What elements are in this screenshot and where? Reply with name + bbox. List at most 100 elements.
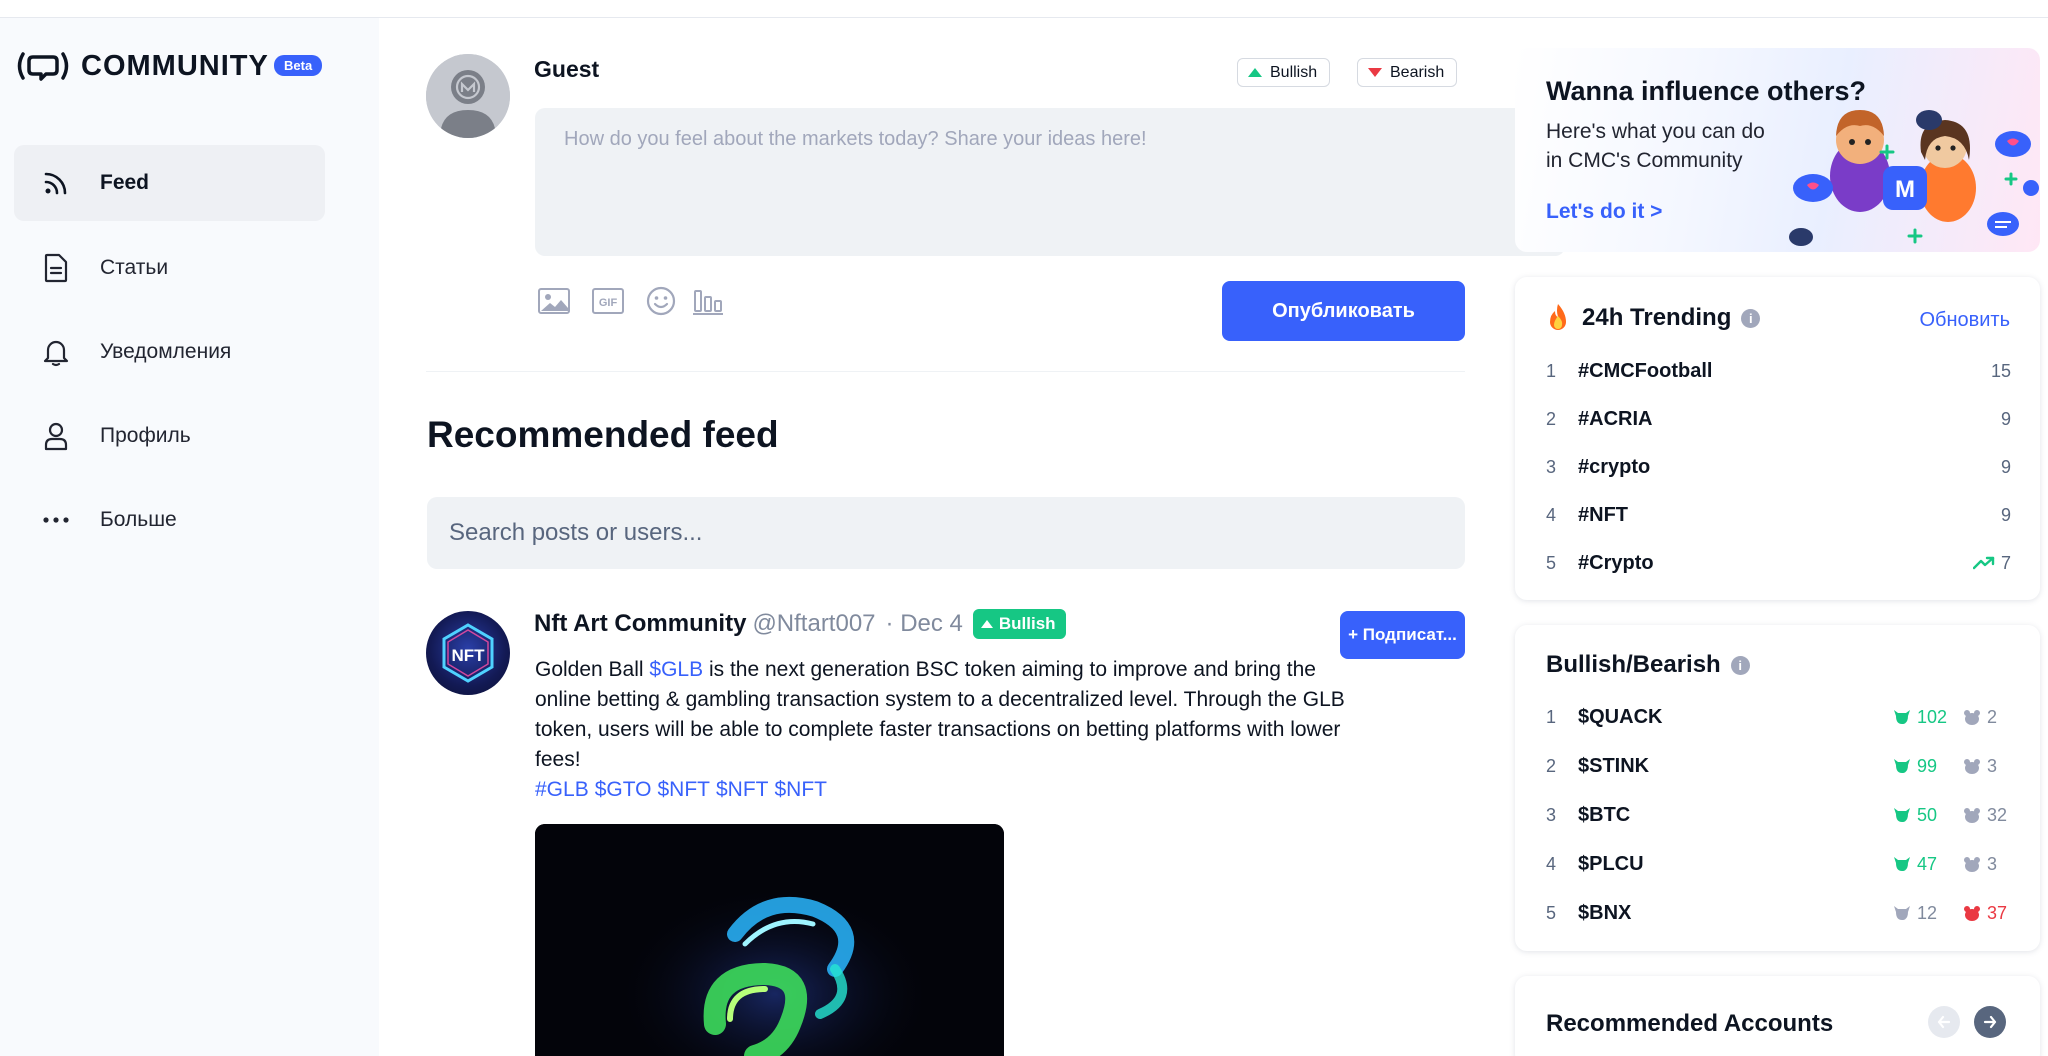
publish-button[interactable]: Опубликовать	[1222, 281, 1465, 341]
post-header: Nft Art Community @Nftart007 · Dec 4 Bul…	[534, 609, 1066, 639]
trending-tag[interactable]: #ACRIA	[1578, 408, 1652, 431]
bullbear-row[interactable]: 2 $STINK 99 3	[1546, 746, 2011, 786]
sidebar-item-articles[interactable]: Статьи	[14, 230, 325, 306]
bullbear-row[interactable]: 3 $BTC 50 32	[1546, 795, 2011, 835]
trending-title-text: 24h Trending	[1582, 304, 1732, 331]
bear-icon	[1964, 759, 1980, 774]
bear-count: 2	[1987, 706, 1998, 727]
promo-subtitle: Here's what you can do in CMC's Communit…	[1546, 120, 1765, 172]
document-icon	[40, 252, 72, 284]
refresh-button[interactable]: Обновить	[1919, 309, 2010, 332]
bullbear-row[interactable]: 4 $PLCU 47 3	[1546, 844, 2011, 884]
post-tag[interactable]: #GLB	[535, 778, 589, 801]
sidebar-item-profile[interactable]: Профиль	[14, 398, 325, 474]
post-image[interactable]	[535, 824, 1004, 1056]
triangle-up-icon	[1248, 68, 1262, 77]
sidebar-item-more[interactable]: Больше	[14, 482, 325, 558]
bullish-toggle[interactable]: Bullish	[1237, 58, 1331, 87]
bull-votes: 47	[1893, 854, 1963, 875]
bull-count: 47	[1917, 853, 1938, 874]
guest-avatar-icon	[426, 54, 510, 138]
bullbear-tag[interactable]: $PLCU	[1578, 853, 1644, 876]
trending-rank: 3	[1546, 456, 1557, 477]
bull-count: 102	[1917, 706, 1948, 727]
trending-up-icon	[1972, 556, 1995, 570]
follow-button[interactable]: + Подписат...	[1340, 611, 1465, 659]
brand[interactable]: COMMUNITY	[15, 48, 269, 84]
beta-badge: Beta	[274, 55, 323, 76]
triangle-down-icon	[1368, 68, 1382, 77]
trending-row[interactable]: 5 #Crypto 7	[1546, 543, 2011, 583]
bullbear-votes: 102 2	[1893, 707, 2011, 728]
bullish-toggle-label: Bullish	[1270, 63, 1318, 81]
sidebar-item-feed[interactable]: Feed	[14, 145, 325, 221]
post-author-handle[interactable]: @Nftart007	[752, 610, 875, 638]
bullbear-row[interactable]: 1 $QUACK 102 2	[1546, 697, 2011, 737]
trending-tag[interactable]: #Crypto	[1578, 552, 1654, 575]
bull-icon	[1894, 808, 1910, 822]
bullbear-tag[interactable]: $QUACK	[1578, 706, 1662, 729]
bear-votes: 32	[1963, 805, 2011, 826]
bear-votes: 2	[1963, 707, 2011, 728]
next-arrow-icon[interactable]	[1974, 1006, 2006, 1038]
bull-votes: 50	[1893, 805, 1963, 826]
gif-icon[interactable]: GIF	[590, 285, 626, 317]
trending-row[interactable]: 4 #NFT 9	[1546, 495, 2011, 535]
post-author-name[interactable]: Nft Art Community	[534, 610, 746, 638]
sidebar-item-label: Уведомления	[100, 340, 232, 363]
sidebar-item-label: Статьи	[100, 256, 169, 279]
promo-cta-link[interactable]: Let's do it >	[1546, 200, 1662, 224]
bullbear-tag[interactable]: $BNX	[1578, 902, 1631, 925]
trending-count: 9	[2001, 505, 2011, 526]
bull-votes: 99	[1893, 756, 1963, 777]
post-composer-input[interactable]	[535, 108, 1565, 256]
poll-icon[interactable]	[690, 285, 726, 317]
rss-icon	[40, 167, 72, 199]
bullbear-tag[interactable]: $STINK	[1578, 755, 1649, 778]
post-tags: #GLB $GTO $NFT $NFT $NFT	[535, 775, 833, 805]
post-tag[interactable]: $NFT	[775, 778, 828, 801]
bullbear-row[interactable]: 5 $BNX 12 37	[1546, 893, 2011, 933]
search-input[interactable]	[427, 497, 1465, 569]
prev-arrow-icon[interactable]	[1928, 1006, 1960, 1038]
trending-row[interactable]: 1 #CMCFootball 15	[1546, 351, 2011, 391]
post-tag[interactable]: $NFT	[716, 778, 769, 801]
post-tag[interactable]: $NFT	[658, 778, 711, 801]
user-icon	[40, 420, 72, 452]
trending-tag[interactable]: #CMCFootball	[1578, 360, 1712, 383]
bullbear-rank: 5	[1546, 902, 1557, 923]
post-author-avatar[interactable]: NFT	[426, 611, 510, 695]
trending-tag[interactable]: #NFT	[1578, 504, 1628, 527]
info-icon[interactable]: i	[1741, 308, 1761, 328]
bear-votes: 37	[1963, 903, 2011, 924]
recommended-title: Recommended Accounts	[1546, 1010, 1834, 1037]
guest-avatar	[426, 54, 510, 138]
brand-name: COMMUNITY	[81, 49, 269, 82]
bullbear-tag[interactable]: $BTC	[1578, 804, 1630, 827]
bearish-toggle[interactable]: Bearish	[1357, 58, 1458, 87]
bull-icon	[1894, 857, 1910, 871]
bear-icon	[1964, 857, 1980, 872]
post-cashtag-link[interactable]: $GLB	[649, 658, 703, 681]
trending-row[interactable]: 3 #crypto 9	[1546, 447, 2011, 487]
trending-tag[interactable]: #crypto	[1578, 456, 1650, 479]
trending-count: 15	[1991, 361, 2011, 382]
bull-icon	[1894, 906, 1910, 920]
info-icon[interactable]: i	[1730, 655, 1750, 675]
trending-rank: 4	[1546, 504, 1557, 525]
promo-banner[interactable]: Wanna influence others? Here's what you …	[1515, 48, 2040, 252]
bear-icon	[1964, 906, 1980, 921]
post-tag[interactable]: $GTO	[595, 778, 652, 801]
trending-count-value: 9	[2000, 408, 2011, 429]
image-icon[interactable]	[536, 285, 572, 317]
bull-votes: 12	[1893, 903, 1963, 924]
emoji-icon[interactable]	[643, 285, 679, 317]
trending-row[interactable]: 2 #ACRIA 9	[1546, 399, 2011, 439]
svg-text:M: M	[1895, 176, 1915, 203]
bear-count: 3	[1987, 755, 1998, 776]
feed-title: Recommended feed	[427, 414, 779, 455]
glowing-swirl-artwork	[535, 824, 1004, 1056]
sidebar-item-notifications[interactable]: Уведомления	[14, 314, 325, 390]
sidebar-item-label: Feed	[100, 171, 150, 194]
post-sentiment-label: Bullish	[998, 614, 1056, 633]
